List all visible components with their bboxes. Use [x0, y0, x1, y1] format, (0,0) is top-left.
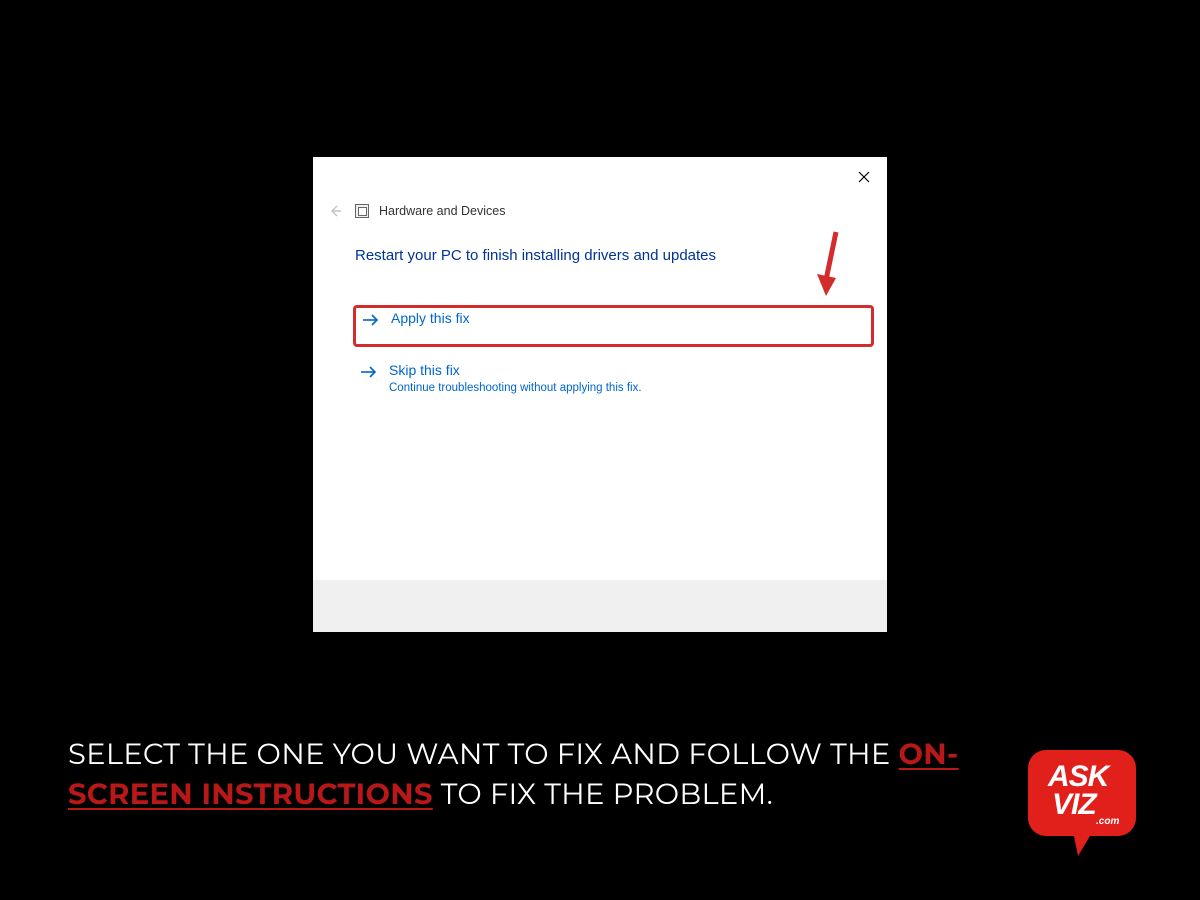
back-button[interactable]: [325, 201, 345, 221]
troubleshooter-icon: [355, 204, 369, 218]
dialog-footer: [313, 580, 887, 632]
dialog-titlebar: [313, 157, 887, 197]
instruction-text: Restart your PC to finish installing dri…: [355, 247, 847, 264]
dialog-header: Hardware and Devices: [313, 197, 887, 225]
close-icon: [858, 171, 870, 183]
badge-line2: VIZ: [1052, 788, 1096, 822]
back-arrow-icon: [328, 204, 342, 218]
apply-fix-label: Apply this fix: [391, 308, 470, 328]
close-button[interactable]: [849, 165, 879, 189]
arrow-right-icon: [361, 310, 381, 330]
skip-fix-subtext: Continue troubleshooting without applyin…: [389, 382, 642, 394]
caption-part2: TO FIX THE PROBLEM.: [433, 777, 773, 812]
askviz-badge: ASK VIZ .com: [1024, 746, 1140, 858]
troubleshooter-dialog: Hardware and Devices Restart your PC to …: [313, 157, 887, 632]
skip-fix-option[interactable]: Skip this fix Continue troubleshooting w…: [355, 354, 847, 400]
apply-fix-option[interactable]: Apply this fix: [355, 298, 847, 340]
badge-dotcom: .com: [1096, 816, 1119, 827]
skip-fix-label: Skip this fix: [389, 360, 642, 380]
caption-text: SELECT THE ONE YOU WANT TO FIX AND FOLLO…: [68, 735, 980, 815]
caption-part1: SELECT THE ONE YOU WANT TO FIX AND FOLLO…: [68, 737, 899, 772]
dialog-title: Hardware and Devices: [379, 204, 505, 218]
arrow-right-icon: [359, 362, 379, 382]
fix-options: Apply this fix Skip this fix Continue tr…: [355, 298, 847, 400]
dialog-body: Restart your PC to finish installing dri…: [313, 225, 887, 400]
